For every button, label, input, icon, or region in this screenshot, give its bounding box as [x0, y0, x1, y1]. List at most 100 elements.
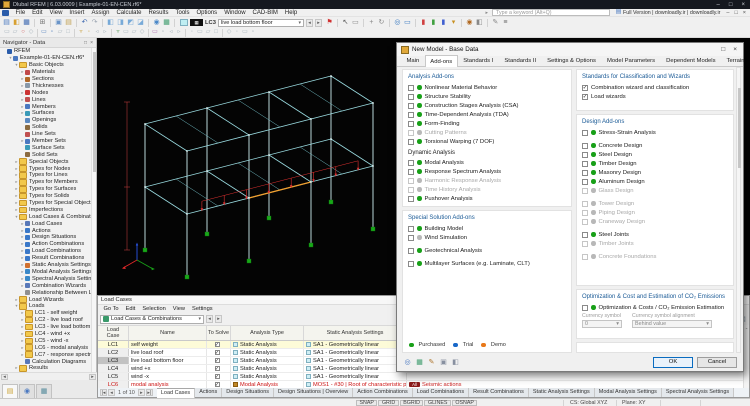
toggle-bgrid[interactable]: BGRID: [399, 399, 424, 406]
lc-menu-view[interactable]: View: [169, 306, 188, 312]
tree-item-surfaces[interactable]: ▸ Surfaces: [0, 110, 92, 117]
tree-item-action-combinations[interactable]: ▸ Action Combinations: [0, 241, 92, 248]
row-header-lc3[interactable]: LC3: [98, 357, 129, 364]
lc-menu-selection[interactable]: Selection: [139, 306, 169, 312]
table-tab-design-situations[interactable]: Design Situations: [222, 387, 275, 397]
table-tab-result-combinations[interactable]: Result Combinations: [469, 387, 529, 397]
to-solve-checkbox[interactable]: ✓: [214, 374, 220, 380]
tree-item-calculation-diagrams[interactable]: Calculation Diagrams: [0, 358, 92, 365]
snap-grid-icon[interactable]: ▱: [11, 29, 19, 37]
menu-window[interactable]: Window: [221, 10, 249, 16]
addon-steel-design[interactable]: Steel Design: [582, 150, 728, 159]
menu-help[interactable]: Help: [281, 10, 300, 16]
tree-item-spectral-analysis-settings[interactable]: ▸ Spectral Analysis Settings: [0, 275, 92, 282]
tree-item-types-for-members[interactable]: ▸ Types for Members: [0, 179, 92, 186]
tree-item-loads[interactable]: ▾ Loads: [0, 303, 92, 310]
addon-steel-joints[interactable]: Steel Joints: [582, 230, 728, 239]
addon-combination-wizard-and-classification[interactable]: ✓ Combination wizard and classification: [582, 83, 728, 92]
addon-torsional-warping-7-dof[interactable]: Torsional Warping (7 DOF): [408, 137, 566, 146]
checkbox-cutting-patterns[interactable]: [408, 129, 414, 136]
edit-params-icon[interactable]: ✎: [427, 358, 436, 367]
addon-form-finding[interactable]: Form-Finding: [408, 119, 566, 128]
tree-item-actions[interactable]: ▸ Actions: [0, 227, 92, 234]
to-solve-checkbox[interactable]: ✓: [214, 358, 220, 364]
numbering-members-icon[interactable]: ▮: [419, 18, 428, 27]
cell-category[interactable]: [407, 373, 743, 380]
draw-member-icon[interactable]: ▭: [40, 29, 48, 37]
save-icon[interactable]: ▦: [22, 18, 31, 27]
column-header-analysis-type[interactable]: Analysis Type: [231, 326, 304, 340]
addon-piping-design[interactable]: Piping Design: [582, 208, 728, 217]
numbering-surfaces-icon[interactable]: ▮: [439, 18, 448, 27]
cell-analysis-type[interactable]: Static Analysis: [231, 341, 304, 348]
addon-wind-simulation[interactable]: Wind Simulation: [408, 233, 566, 242]
addon-cutting-patterns[interactable]: Cutting Patterns: [408, 128, 566, 137]
tree-item-load-wizards[interactable]: ▸ Load Wizards: [0, 296, 92, 303]
checkbox-multilayer-surfaces-e-g-laminate-clt[interactable]: [408, 260, 414, 267]
checkbox-torsional-warping-7-dof[interactable]: [408, 138, 414, 145]
nodal-load-icon[interactable]: ▿: [114, 29, 122, 37]
cell-to-solve[interactable]: ✓: [207, 357, 231, 364]
addon-concrete-design[interactable]: Concrete Design: [582, 141, 728, 150]
division-icon[interactable]: ▹: [101, 29, 109, 37]
hinge-icon[interactable]: ◦: [85, 29, 93, 37]
tables-icon[interactable]: ▦: [162, 18, 171, 27]
zoom-window-icon[interactable]: ▭: [403, 18, 412, 27]
tree-item-surface-sets[interactable]: Surface Sets: [0, 144, 92, 151]
menu-file[interactable]: File: [12, 10, 29, 16]
nav-tab-views[interactable]: ▦: [36, 384, 52, 398]
dialog-scrollbar[interactable]: [736, 67, 741, 353]
guide-line-icon[interactable]: ▭: [196, 29, 204, 37]
checkbox-glass-design[interactable]: [582, 187, 588, 194]
cell-name[interactable]: wind +x: [129, 365, 207, 372]
pin-icon[interactable]: □: [84, 40, 87, 46]
favorites-icon[interactable]: ◎: [403, 358, 412, 367]
row-header-lc1[interactable]: LC1: [98, 341, 129, 348]
tree-item-lines[interactable]: ▸ Lines: [0, 96, 92, 103]
checkbox-combination-wizard-and-classification[interactable]: ✓: [582, 84, 588, 91]
column-header-static-analysis-settings[interactable]: Static Analysis Settings: [304, 326, 407, 340]
lc-menu-settings[interactable]: Settings: [189, 306, 217, 312]
addon-building-model[interactable]: Building Model: [408, 224, 566, 233]
addon-modal-analysis[interactable]: Modal Analysis: [408, 158, 566, 167]
clipping-icon[interactable]: ▹: [175, 29, 183, 37]
tree-item-example-01-en-cen-rf6[interactable]: ▾ Example-01-EN-CEN.rf6*: [0, 55, 92, 62]
select-pointer-icon[interactable]: ↖: [341, 18, 350, 27]
addon-time-history-analysis[interactable]: Time History Analysis: [408, 185, 566, 194]
menu-insert[interactable]: Insert: [66, 10, 88, 16]
close-icon[interactable]: ×: [90, 40, 93, 46]
tree-item-modal-analysis-settings[interactable]: ▸ Modal Analysis Settings: [0, 269, 92, 276]
checkbox-stress-strain-analysis[interactable]: [582, 129, 588, 136]
currency-alignment-select[interactable]: Behind value ▾: [632, 320, 712, 328]
tree-item-results[interactable]: ▸ Results: [0, 365, 92, 372]
numbering-nodes-icon[interactable]: ▮: [429, 18, 438, 27]
addon-response-spectrum-analysis[interactable]: Response Spectrum Analysis: [408, 167, 566, 176]
tree-item-result-combinations[interactable]: ▸ Result Combinations: [0, 255, 92, 262]
addon-craneway-design[interactable]: Craneway Design: [582, 217, 728, 226]
coordinate-system-indicator[interactable]: CS: Global XYZ: [570, 400, 607, 406]
checkbox-optimization-costs-co-emission-estimation[interactable]: [582, 304, 588, 311]
view-isometric-icon[interactable]: ◧: [106, 18, 115, 27]
tree-item-relationship-between-load-cases[interactable]: Relationship Between Load Cases: [0, 289, 92, 296]
to-solve-checkbox[interactable]: ✓: [214, 350, 220, 356]
checkbox-timber-design[interactable]: [582, 160, 588, 167]
addon-concrete-foundations[interactable]: Concrete Foundations: [582, 252, 728, 261]
checkbox-load-wizards[interactable]: ✓: [582, 93, 588, 100]
tree-item-lc6-modal-analysis[interactable]: ▸ LC6 - modal analysis: [0, 344, 92, 351]
tree-item-solid-sets[interactable]: Solid Sets: [0, 151, 92, 158]
tree-item-special-objects[interactable]: ▸ Special Objects: [0, 158, 92, 165]
maximize-button[interactable]: □: [729, 2, 733, 8]
checkbox-response-spectrum-analysis[interactable]: [408, 168, 414, 175]
member-load-icon[interactable]: ▭: [122, 29, 130, 37]
tree-item-members[interactable]: ▸ Members: [0, 103, 92, 110]
tree-item-lc3-live-load-bottom-floor[interactable]: ▸LC3 - live load bottom floor: [0, 323, 92, 331]
cell-settings[interactable]: SA1 - Geometrically linear: [304, 341, 407, 348]
menu-results[interactable]: Results: [145, 10, 172, 16]
tree-item-member-sets[interactable]: ▸ Member Sets: [0, 138, 92, 145]
redo-icon[interactable]: ↷: [90, 18, 99, 27]
addon-construction-stages-analysis-csa[interactable]: Construction Stages Analysis (CSA): [408, 101, 566, 110]
navigator-horizontal-scrollbar[interactable]: ◂ ▸: [0, 372, 97, 380]
cell-to-solve[interactable]: ✓: [207, 365, 231, 372]
scrollbar-thumb[interactable]: [92, 52, 96, 172]
addon-optimization-costs-co-emission-estimation[interactable]: Optimization & Costs / CO₂ Emission Esti…: [582, 303, 728, 312]
